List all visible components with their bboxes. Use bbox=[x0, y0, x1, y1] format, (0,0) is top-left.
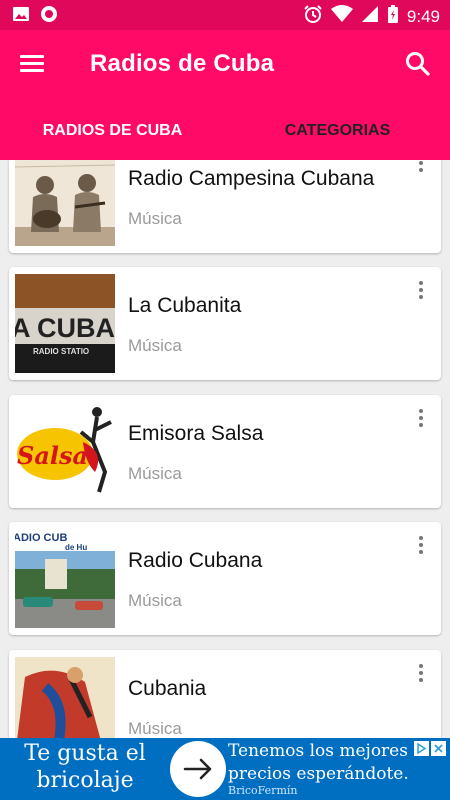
station-category: Música bbox=[128, 209, 182, 228]
more-options-icon[interactable] bbox=[415, 281, 427, 305]
tab-radios-de-cuba[interactable]: RADIOS DE CUBA bbox=[0, 102, 225, 160]
station-name: Cubania bbox=[128, 677, 207, 700]
search-icon[interactable] bbox=[404, 50, 434, 80]
thumb-logo-subtext: de Hu bbox=[65, 543, 87, 552]
record-icon bbox=[40, 5, 58, 28]
battery-icon bbox=[387, 4, 399, 29]
station-name: Radio Campesina Cubana bbox=[128, 167, 375, 190]
ad-body-text: Tenemos los mejores precios esperándote. bbox=[228, 741, 409, 784]
station-list: Radio Campesina Cubana Música A CUBANIT … bbox=[0, 160, 450, 738]
arrow-right-icon[interactable] bbox=[170, 741, 226, 797]
ad-choices-icon[interactable] bbox=[414, 741, 429, 756]
thumb-logo-text: Salsa bbox=[17, 441, 88, 470]
station-thumbnail: ADIO CUB de Hu bbox=[15, 529, 115, 628]
station-card[interactable]: Salsa Emisora Salsa Música bbox=[9, 395, 441, 508]
hamburger-menu-icon[interactable] bbox=[20, 52, 50, 78]
ad-banner[interactable]: Te gusta el bricolaje Tenemos los mejore… bbox=[0, 738, 450, 800]
station-card[interactable]: ADIO CUB de Hu Radio Cubana Música bbox=[9, 522, 441, 635]
clock-time: 9:49 bbox=[406, 6, 440, 26]
wifi-icon bbox=[330, 5, 353, 28]
station-thumbnail: A CUBANIT RADIO STATIO bbox=[15, 274, 115, 373]
more-options-icon[interactable] bbox=[415, 409, 427, 433]
status-bar: 9:49 bbox=[0, 0, 450, 30]
more-options-icon[interactable] bbox=[415, 536, 427, 560]
station-name: Emisora Salsa bbox=[128, 422, 264, 445]
station-thumbnail bbox=[15, 160, 115, 246]
station-name: Radio Cubana bbox=[128, 549, 263, 572]
station-card[interactable]: A CUBANIT RADIO STATIO La Cubanita Músic… bbox=[9, 267, 441, 380]
station-name: La Cubanita bbox=[128, 294, 242, 317]
station-category: Música bbox=[128, 464, 182, 483]
more-options-icon[interactable] bbox=[415, 664, 427, 688]
station-thumbnail bbox=[15, 657, 115, 738]
signal-icon bbox=[361, 5, 379, 28]
station-card[interactable]: Cubania Música bbox=[9, 650, 441, 738]
station-category: Música bbox=[128, 336, 182, 355]
thumb-logo-text: A CUBANIT bbox=[15, 313, 115, 343]
thumb-logo-subtext: RADIO STATIO bbox=[33, 347, 89, 356]
app-bar: Radios de Cuba bbox=[0, 30, 450, 102]
more-options-icon[interactable] bbox=[415, 160, 427, 178]
station-category: Música bbox=[128, 591, 182, 610]
thumb-logo-text: ADIO CUB bbox=[15, 532, 67, 544]
close-icon[interactable] bbox=[431, 741, 446, 756]
alarm-icon bbox=[303, 4, 323, 29]
station-card[interactable]: Radio Campesina Cubana Música bbox=[9, 160, 441, 253]
ad-brand: BricoFermín bbox=[228, 784, 298, 797]
image-icon bbox=[12, 5, 30, 28]
tab-categorias[interactable]: CATEGORIAS bbox=[225, 102, 450, 160]
station-category: Música bbox=[128, 719, 182, 738]
station-thumbnail: Salsa bbox=[15, 402, 115, 501]
tab-bar: RADIOS DE CUBA CATEGORIAS bbox=[0, 102, 450, 160]
ad-headline: Te gusta el bricolaje bbox=[24, 741, 146, 793]
app-title: Radios de Cuba bbox=[90, 50, 275, 77]
